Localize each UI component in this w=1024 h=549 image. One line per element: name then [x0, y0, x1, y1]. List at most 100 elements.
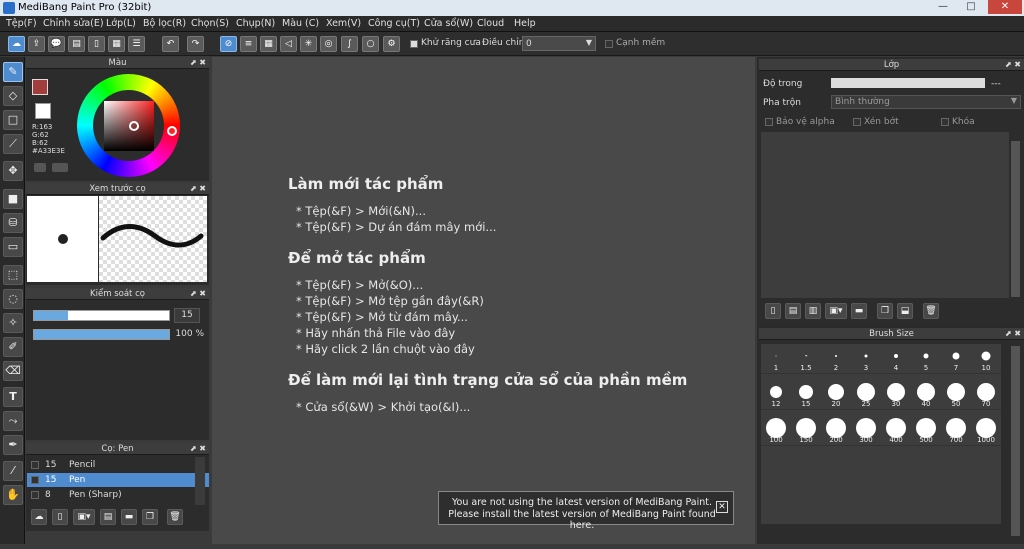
- comment-icon[interactable]: 💬: [48, 36, 65, 52]
- select-pen-icon[interactable]: ✐: [3, 337, 23, 357]
- brush-size-scrollbar[interactable]: [1011, 346, 1020, 536]
- hand-tool-icon[interactable]: ✋: [3, 485, 23, 505]
- panel-controls-icon[interactable]: ⬈ ✖: [1005, 328, 1021, 340]
- folder-icon[interactable]: ▬: [851, 303, 867, 319]
- duplicate-icon[interactable]: ❐: [142, 509, 158, 525]
- brush-size-option[interactable]: 10: [971, 344, 1001, 374]
- brush-size-option[interactable]: 1: [761, 344, 791, 374]
- add-layer-menu-icon[interactable]: ▣▾: [825, 303, 847, 319]
- bucket-tool-icon[interactable]: ⛁: [3, 213, 23, 233]
- palette-icon[interactable]: [52, 163, 68, 172]
- circle-snap-icon[interactable]: ○: [362, 36, 379, 52]
- cloud-brush-icon[interactable]: ☁: [31, 509, 47, 525]
- eraser-tool-icon[interactable]: ◇: [3, 86, 23, 106]
- brush-size-option[interactable]: 50: [941, 380, 971, 410]
- brush-size-option[interactable]: 3: [851, 344, 881, 374]
- cloud-icon[interactable]: ☁: [8, 36, 25, 52]
- magic-wand-icon[interactable]: ✧: [3, 313, 23, 333]
- menu-cloud[interactable]: Cloud: [477, 18, 504, 29]
- rect-select-icon[interactable]: □: [3, 110, 23, 130]
- antialias-checkbox[interactable]: [410, 40, 418, 48]
- menu-file[interactable]: Tệp(F): [6, 18, 37, 29]
- brush-size-option[interactable]: 7: [941, 344, 971, 374]
- dot-brush-icon[interactable]: ⟋: [3, 134, 23, 154]
- layer-list-scrollbar[interactable]: [1011, 141, 1020, 297]
- brush-size-option[interactable]: 500: [911, 416, 941, 446]
- divide-tool-icon[interactable]: ✒: [3, 435, 23, 455]
- fill-rect-icon[interactable]: ■: [3, 189, 23, 209]
- panel-controls-icon[interactable]: ⬈ ✖: [190, 183, 206, 195]
- marquee-select-icon[interactable]: ⬚: [3, 265, 23, 285]
- canvas-area[interactable]: Làm mới tác phẩm * Tệp(&F) > Mới(&N)... …: [212, 57, 755, 544]
- menu-window[interactable]: Cửa sổ(W): [424, 18, 473, 29]
- brush-settings-icon[interactable]: ▤: [100, 509, 116, 525]
- menu-layer[interactable]: Lớp(L): [106, 18, 136, 29]
- minimize-button[interactable]: —: [932, 0, 954, 14]
- redo-icon[interactable]: ↷: [187, 36, 204, 52]
- brush-size-option[interactable]: 5: [911, 344, 941, 374]
- layer-opacity-slider[interactable]: [831, 78, 985, 88]
- blend-mode-select[interactable]: Bình thường ▼: [831, 95, 1021, 109]
- brush-size-option[interactable]: 40: [911, 380, 941, 410]
- concentric-snap-icon[interactable]: ◎: [320, 36, 337, 52]
- settings-gear-icon[interactable]: ⚙: [383, 36, 400, 52]
- new-layer-icon[interactable]: ▯: [765, 303, 781, 319]
- new-8bit-layer-icon[interactable]: ▥: [805, 303, 821, 319]
- color-mode-icon[interactable]: [34, 163, 46, 172]
- brush-size-option[interactable]: 15: [791, 380, 821, 410]
- lasso-select-icon[interactable]: ◌: [3, 289, 23, 309]
- size-value[interactable]: 15: [174, 308, 200, 323]
- gradient-tool-icon[interactable]: ▭: [3, 237, 23, 257]
- secondary-color-swatch[interactable]: [35, 103, 51, 119]
- protect-alpha-option[interactable]: Bảo vệ alpha: [765, 117, 835, 127]
- brush-size-option[interactable]: 1.5: [791, 344, 821, 374]
- parallel-snap-icon[interactable]: ≡: [240, 36, 257, 52]
- eyedropper-icon[interactable]: ⁄: [3, 461, 23, 481]
- brush-size-option[interactable]: 12: [761, 380, 791, 410]
- add-brush-icon[interactable]: ▣▾: [73, 509, 95, 525]
- menu-help[interactable]: Help: [514, 18, 536, 29]
- menu-snap[interactable]: Chụp(N): [236, 18, 275, 29]
- maximize-button[interactable]: □: [960, 0, 982, 14]
- brush-size-option[interactable]: 100: [761, 416, 791, 446]
- soft-edge-checkbox[interactable]: [605, 40, 613, 48]
- hue-wheel[interactable]: [77, 74, 180, 177]
- panel-controls-icon[interactable]: ⬈ ✖: [190, 443, 206, 455]
- radial-snap-icon[interactable]: ✳: [300, 36, 317, 52]
- perspective-snap-icon[interactable]: ◁: [280, 36, 297, 52]
- brush-size-option[interactable]: 150: [791, 416, 821, 446]
- menu-edit[interactable]: Chỉnh sửa(E): [43, 18, 104, 29]
- primary-color-swatch[interactable]: [32, 79, 48, 95]
- operation-tool-icon[interactable]: ⤳: [3, 411, 23, 431]
- folder-icon[interactable]: ▬: [121, 509, 137, 525]
- brush-list-scrollbar[interactable]: [195, 457, 205, 505]
- menu-select[interactable]: Chọn(S): [191, 18, 229, 29]
- brush-item-pen-sharp[interactable]: 8 Pen (Sharp): [27, 488, 209, 502]
- menu-filter[interactable]: Bộ lọc(R): [143, 18, 186, 29]
- move-tool-icon[interactable]: ✥: [3, 161, 23, 181]
- brush-size-option[interactable]: 25: [851, 380, 881, 410]
- snap-off-icon[interactable]: ⊘: [220, 36, 237, 52]
- new-halftone-layer-icon[interactable]: ▤: [785, 303, 801, 319]
- trash-icon[interactable]: 🗑: [923, 303, 939, 319]
- panel-controls-icon[interactable]: ⬈ ✖: [190, 57, 206, 69]
- layer-list[interactable]: [761, 132, 1009, 298]
- brush-size-option[interactable]: 4: [881, 344, 911, 374]
- brush-size-option[interactable]: 70: [971, 380, 1001, 410]
- page-icon[interactable]: ▯: [88, 36, 105, 52]
- new-brush-icon[interactable]: ▯: [52, 509, 68, 525]
- duplicate-layer-icon[interactable]: ❐: [877, 303, 893, 319]
- opacity-slider[interactable]: [33, 329, 170, 340]
- text-tool-icon[interactable]: T: [3, 387, 23, 407]
- brush-size-option[interactable]: 300: [851, 416, 881, 446]
- update-notice[interactable]: You are not using the latest version of …: [438, 491, 734, 531]
- brush-item-pen[interactable]: 15Pen✲: [27, 473, 209, 487]
- brush-size-option[interactable]: 20: [821, 380, 851, 410]
- close-icon[interactable]: ✕: [716, 501, 728, 513]
- clipping-option[interactable]: Xén bớt: [853, 117, 899, 127]
- brush-size-option[interactable]: 700: [941, 416, 971, 446]
- brush-size-option[interactable]: 2: [821, 344, 851, 374]
- grid-snap-icon[interactable]: ▦: [260, 36, 277, 52]
- menu-view[interactable]: Xem(V): [326, 18, 361, 29]
- adjust-select[interactable]: 0 ▼: [522, 36, 596, 51]
